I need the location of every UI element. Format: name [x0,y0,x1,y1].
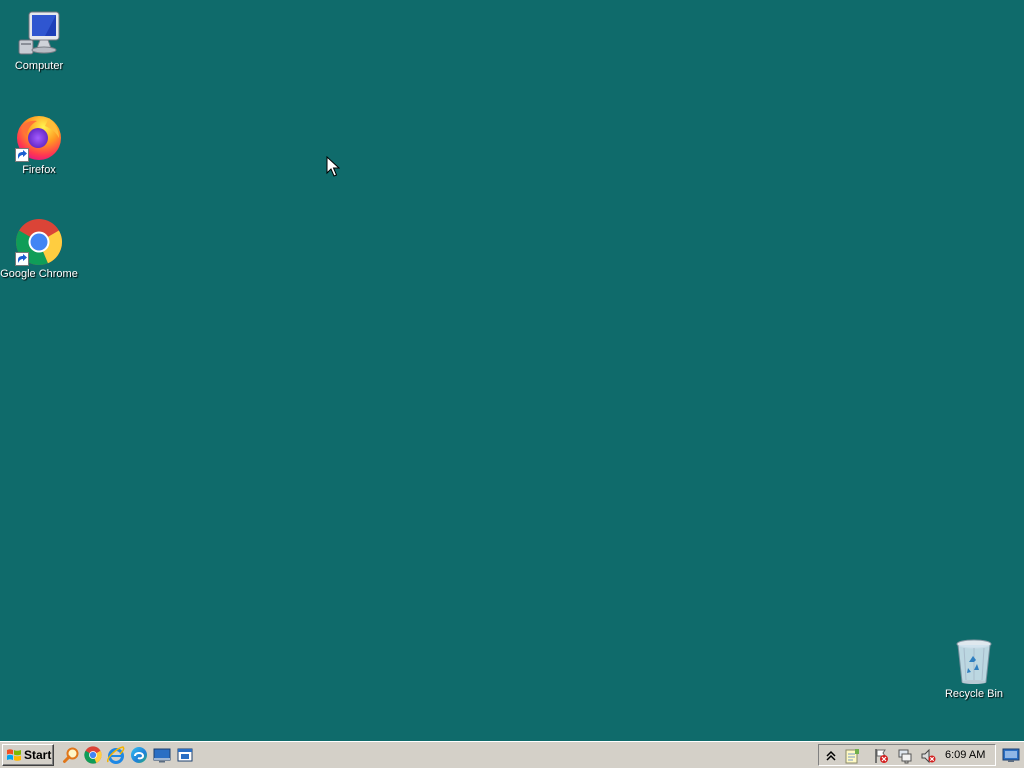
shortcut-arrow-icon [15,252,29,266]
system-tray: 6:09 AM [818,744,996,766]
start-label: Start [24,748,52,762]
computer-icon [15,10,63,58]
firefox-icon [15,114,63,162]
mouse-cursor-icon [326,156,340,177]
start-button[interactable]: Start [2,744,54,766]
desktop-icon-recycle-bin[interactable]: Recycle Bin [935,638,1013,700]
desktop-icon-label: Recycle Bin [944,688,1004,700]
search-icon[interactable] [62,746,80,764]
chrome-icon[interactable] [84,746,102,764]
notes-icon[interactable] [844,748,860,764]
taskbar: Start 6:09 AM [0,741,1024,768]
desktop-icon-firefox[interactable]: Firefox [0,114,78,176]
desktop-icon-label: Computer [14,60,64,72]
desktop-icon-label: Firefox [22,164,56,176]
internet-explorer-icon[interactable] [107,746,125,764]
desktop-icon[interactable] [153,746,171,764]
show-desktop-icon[interactable] [1002,747,1020,763]
volume-muted-icon[interactable] [920,748,936,764]
shortcut-arrow-icon [15,148,29,162]
desktop-icon-computer[interactable]: Computer [0,10,78,72]
edge-icon[interactable] [130,746,148,764]
desktop-icon-google-chrome[interactable]: Google Chrome [0,218,78,280]
show-hidden-icons-chevron[interactable] [823,748,839,764]
desktop[interactable]: Computer Firefox Google Chrome Recycle B… [0,0,1024,741]
window-switcher-icon[interactable] [176,746,194,764]
clock[interactable]: 6:09 AM [945,749,985,761]
desktop-icon-label: Google Chrome [0,268,78,280]
chrome-icon [15,218,63,266]
network-icon[interactable] [897,748,913,764]
action-center-flag-icon[interactable] [873,748,889,764]
windows-logo-icon [7,749,21,761]
recycle-bin-icon [950,638,998,686]
